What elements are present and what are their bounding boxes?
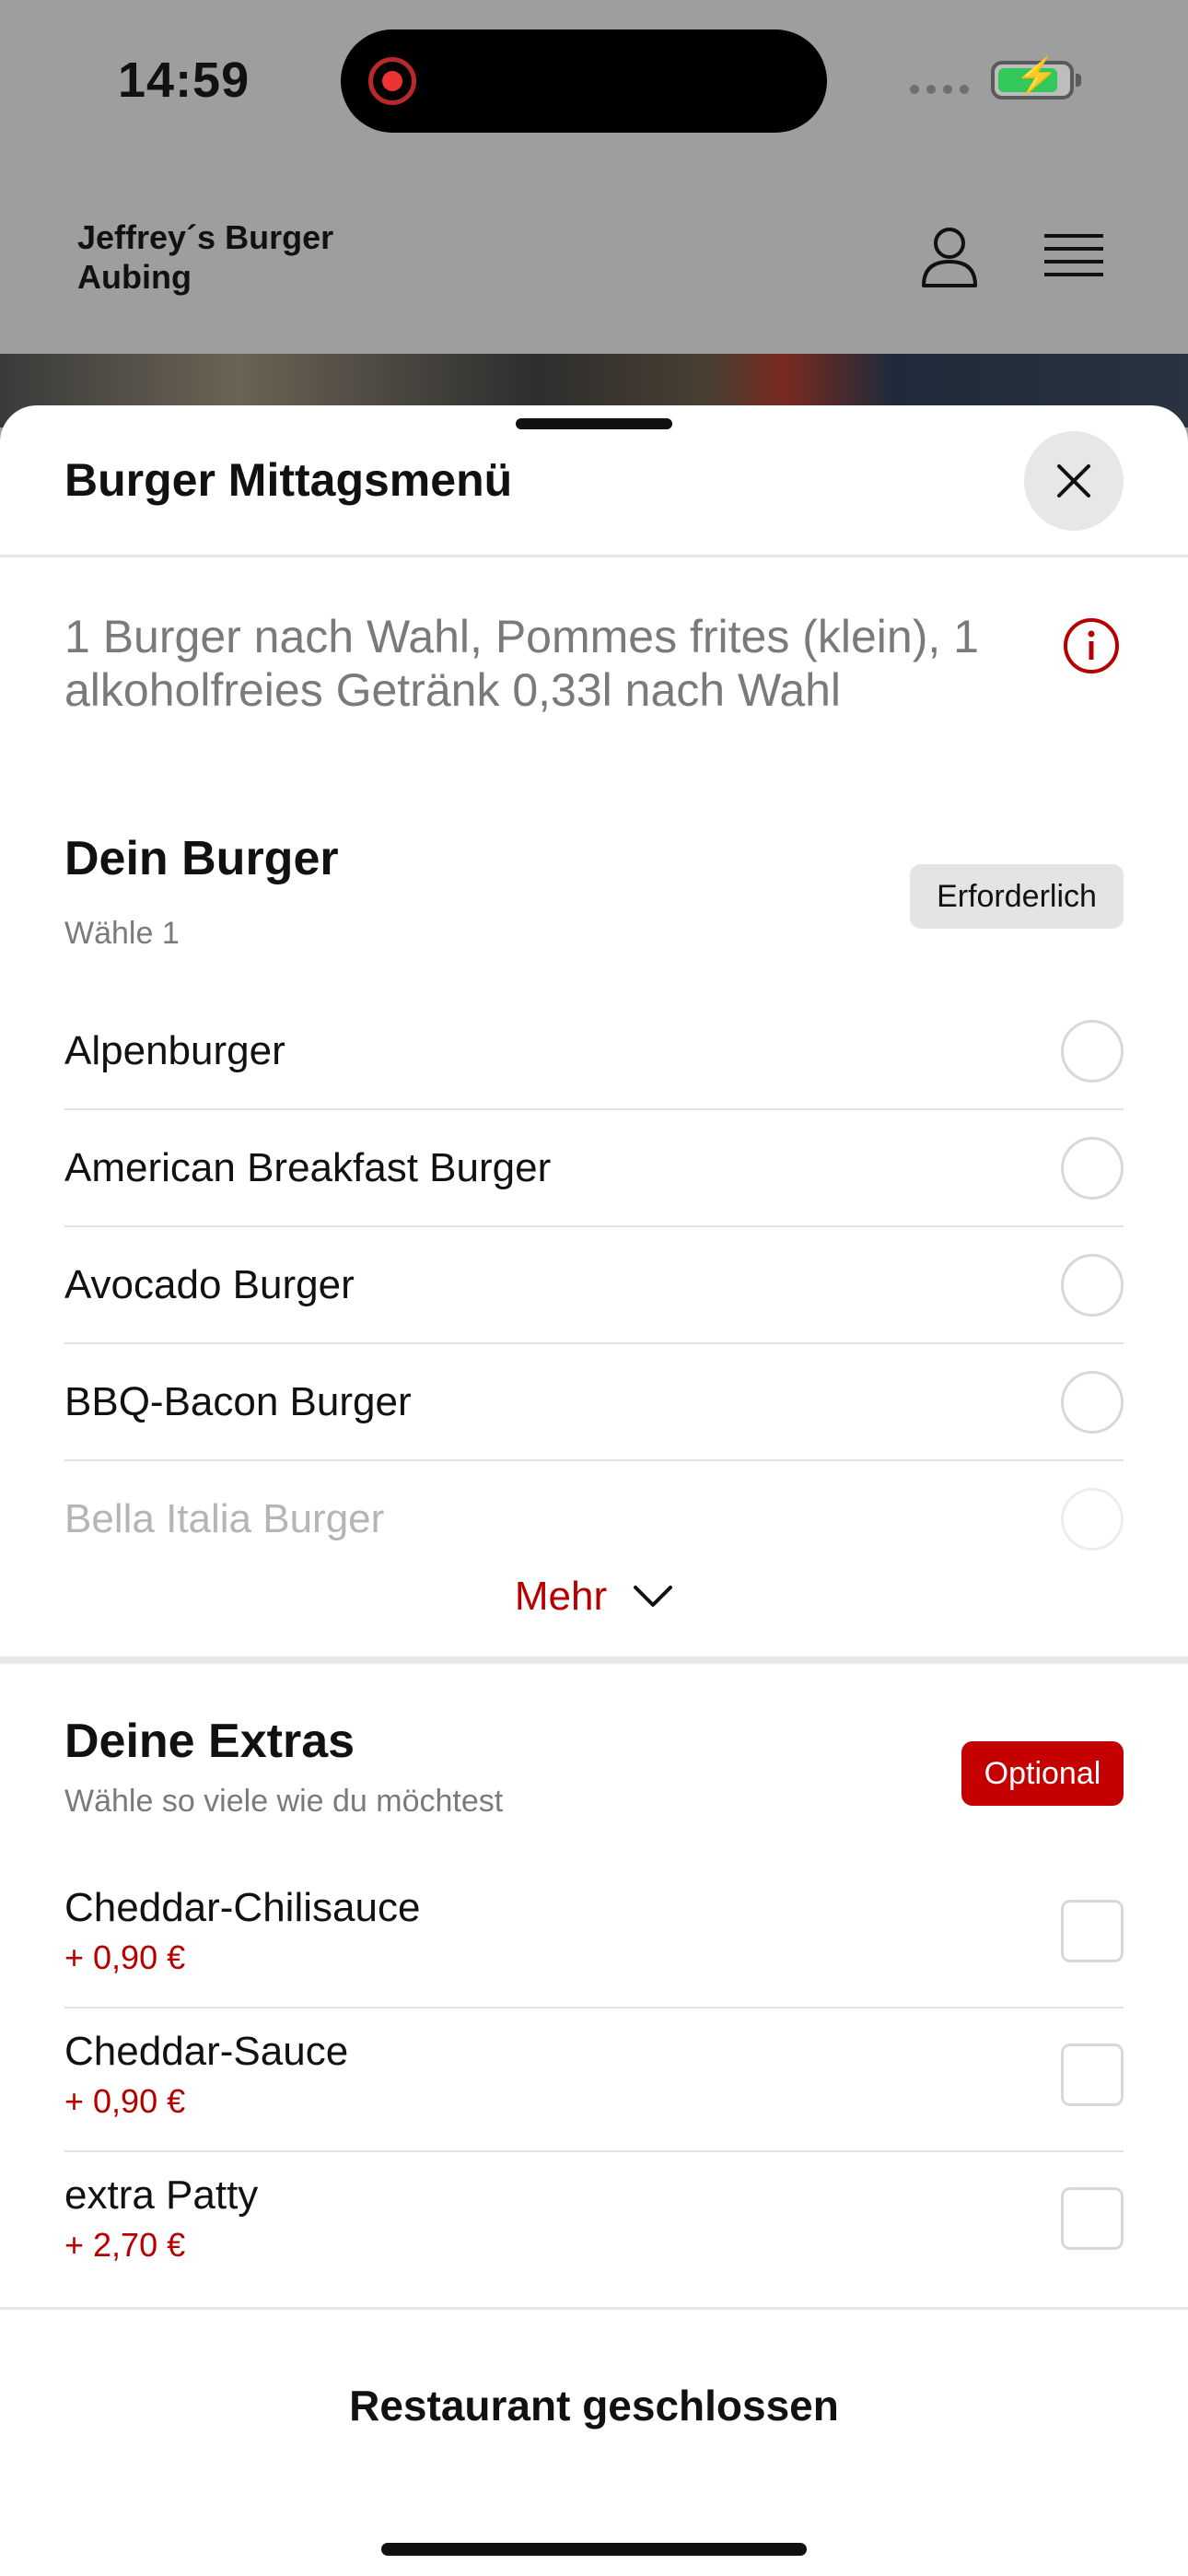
user-account-icon[interactable] [919, 225, 980, 289]
checkbox[interactable] [1061, 2043, 1124, 2106]
recording-icon [368, 57, 416, 105]
radio-button[interactable] [1061, 1371, 1124, 1434]
extra-item[interactable]: Cheddar-Sauce + 0,90 € [64, 2008, 1124, 2152]
cellular-signal-icon [910, 85, 969, 94]
status-bar: 14:59 ⚡ [0, 0, 1188, 166]
sheet-grabber[interactable] [516, 418, 672, 429]
status-time: 14:59 [118, 53, 250, 108]
burger-option[interactable]: Bella Italia Burger [64, 1461, 1124, 1578]
product-sheet: Burger Mittagsmenü 1 Burger nach Wahl, P… [0, 405, 1188, 2576]
radio-button[interactable] [1061, 1137, 1124, 1200]
optional-badge: Optional [961, 1741, 1124, 1806]
extra-label: Cheddar-Sauce [64, 2029, 349, 2074]
show-more-label: Mehr [514, 1574, 608, 1619]
extra-price: + 0,90 € [64, 1938, 186, 1976]
footer-divider [0, 2307, 1188, 2310]
burger-option[interactable]: Avocado Burger [64, 1227, 1124, 1344]
product-description: 1 Burger nach Wahl, Pommes frites (klein… [64, 611, 979, 716]
extra-item[interactable]: Cheddar-Chilisauce + 0,90 € [64, 1865, 1124, 2008]
chevron-down-icon [634, 1586, 673, 1607]
section-divider [0, 1657, 1188, 1664]
show-more-button[interactable]: Mehr [0, 1574, 1188, 1620]
extra-price: + 2,70 € [64, 2226, 186, 2264]
burger-option[interactable]: BBQ-Bacon Burger [64, 1344, 1124, 1461]
option-label: American Breakfast Burger [64, 1145, 552, 1190]
radio-button[interactable] [1061, 1020, 1124, 1083]
radio-button[interactable] [1061, 1488, 1124, 1551]
required-badge: Erforderlich [910, 864, 1124, 929]
app-header: Jeffrey´s Burger Aubing [0, 166, 1188, 354]
info-icon[interactable] [1063, 617, 1120, 674]
extras-section-subtitle: Wähle so viele wie du möchtest [64, 1784, 504, 1819]
restaurant-name: Jeffrey´s Burger Aubing [77, 218, 334, 296]
option-label: Avocado Burger [64, 1262, 355, 1307]
restaurant-closed-status: Restaurant geschlossen [349, 2382, 839, 2430]
extra-label: extra Patty [64, 2172, 259, 2218]
sheet-title: Burger Mittagsmenü [64, 454, 513, 506]
option-label: Alpenburger [64, 1028, 285, 1073]
checkbox[interactable] [1061, 1900, 1124, 1962]
divider [0, 555, 1188, 557]
battery-charging-icon: ⚡ [991, 59, 1081, 100]
hamburger-menu-icon[interactable] [1044, 230, 1103, 282]
option-label: Bella Italia Burger [64, 1496, 385, 1541]
burger-section-subtitle: Wähle 1 [64, 916, 180, 951]
close-button[interactable] [1024, 431, 1124, 531]
burger-section-title: Dein Burger [64, 832, 339, 885]
home-indicator[interactable] [381, 2543, 807, 2556]
close-icon [1057, 464, 1090, 498]
radio-button[interactable] [1061, 1254, 1124, 1317]
extra-price: + 0,90 € [64, 2082, 186, 2120]
checkbox[interactable] [1061, 2187, 1124, 2250]
extra-item[interactable]: extra Patty + 2,70 € [64, 2152, 1124, 2296]
option-label: BBQ-Bacon Burger [64, 1379, 412, 1424]
dynamic-island [341, 29, 827, 133]
burger-option[interactable]: Alpenburger [64, 993, 1124, 1110]
burger-option[interactable]: American Breakfast Burger [64, 1110, 1124, 1227]
extra-label: Cheddar-Chilisauce [64, 1885, 421, 1930]
extras-section-title: Deine Extras [64, 1715, 355, 1768]
